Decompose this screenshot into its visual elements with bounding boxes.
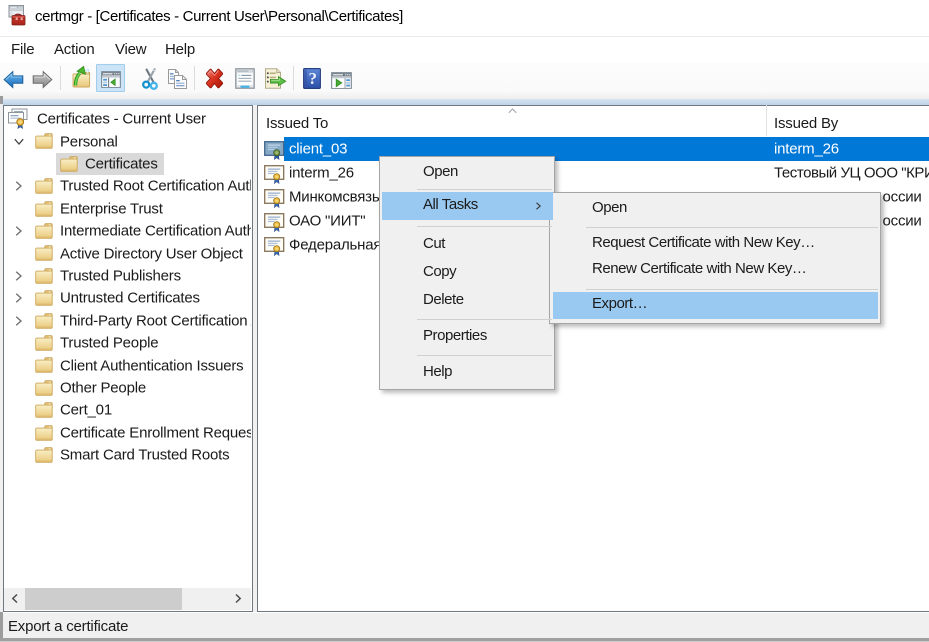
- svg-text:?: ?: [308, 69, 316, 88]
